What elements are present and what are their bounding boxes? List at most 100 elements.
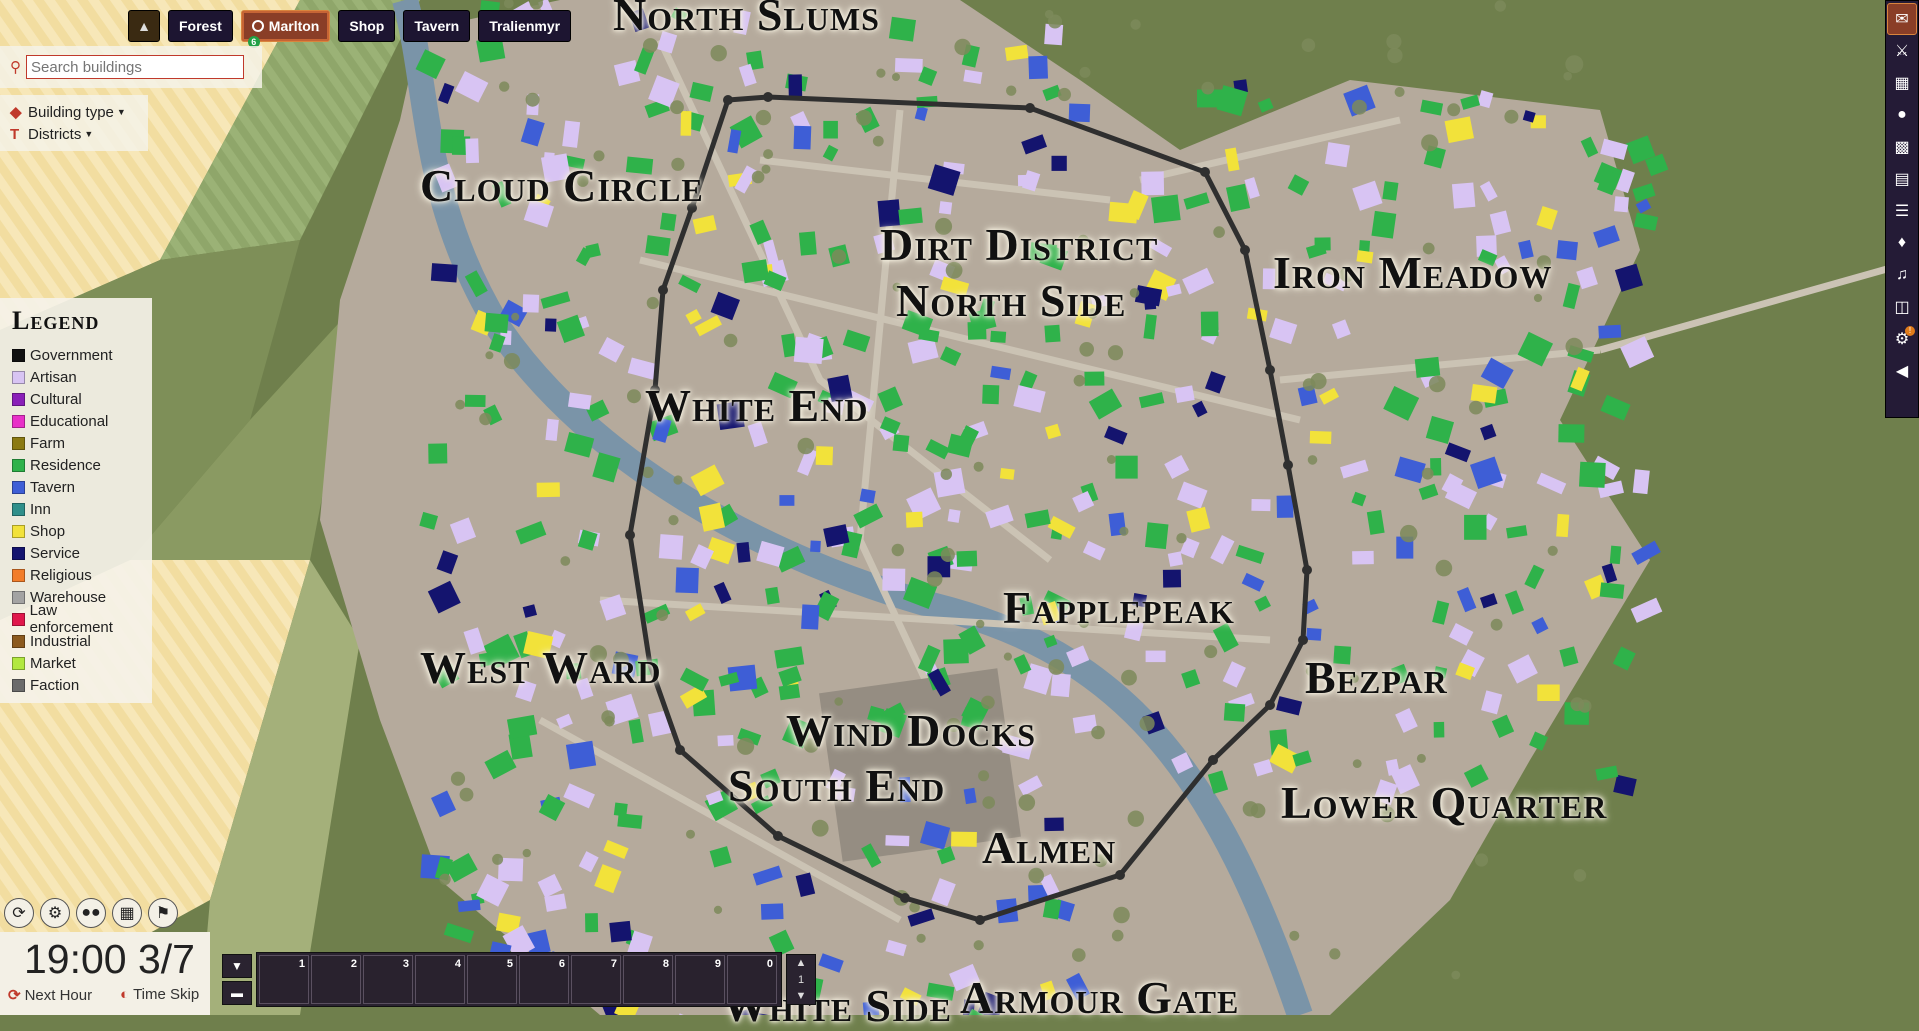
macro-folder-button[interactable]: ▬: [222, 981, 252, 1005]
building[interactable]: [888, 16, 917, 42]
building[interactable]: [894, 58, 923, 73]
building[interactable]: [545, 418, 559, 442]
building[interactable]: [544, 318, 557, 332]
building[interactable]: [522, 294, 540, 313]
building[interactable]: [675, 567, 699, 594]
city-map[interactable]: [0, 0, 1919, 1015]
building[interactable]: [1050, 673, 1071, 698]
building[interactable]: [1144, 522, 1169, 550]
building[interactable]: [736, 541, 751, 563]
building[interactable]: [658, 534, 684, 560]
compendium-tab[interactable]: ◫: [1887, 291, 1917, 323]
building[interactable]: [798, 231, 817, 256]
building[interactable]: [1464, 514, 1487, 540]
building[interactable]: [905, 511, 923, 528]
page-down-button[interactable]: ▼: [796, 990, 807, 1002]
building[interactable]: [938, 201, 953, 215]
building[interactable]: [947, 509, 961, 523]
building[interactable]: [760, 903, 784, 920]
building[interactable]: [1141, 171, 1165, 196]
scene-tab-tavern[interactable]: Tavern: [403, 10, 471, 42]
building[interactable]: [1556, 240, 1578, 261]
building[interactable]: [892, 434, 910, 453]
building[interactable]: [1382, 181, 1399, 201]
building[interactable]: [1632, 469, 1650, 495]
building[interactable]: [810, 540, 821, 553]
building[interactable]: [765, 586, 780, 605]
scene-tab-tralienmyr[interactable]: Tralienmyr: [478, 10, 572, 42]
building[interactable]: [1451, 182, 1476, 209]
building[interactable]: [1537, 684, 1560, 702]
page-up-button[interactable]: ▲: [796, 957, 807, 969]
building[interactable]: [1558, 424, 1585, 443]
building[interactable]: [1433, 721, 1445, 738]
building[interactable]: [659, 212, 677, 232]
journal-tab[interactable]: ▤: [1887, 163, 1917, 195]
building[interactable]: [1306, 627, 1322, 641]
building[interactable]: [617, 813, 643, 829]
building[interactable]: [1414, 356, 1441, 378]
scene-tab-marlton[interactable]: Marlton 6: [240, 10, 331, 48]
playlists-tab[interactable]: ♫: [1887, 259, 1917, 291]
building[interactable]: [1174, 385, 1195, 403]
building[interactable]: [801, 604, 820, 630]
hotbar-slot[interactable]: 1: [259, 955, 309, 1004]
building[interactable]: [536, 482, 560, 498]
building[interactable]: [717, 734, 734, 747]
building[interactable]: [778, 683, 801, 701]
hotbar-menu-button[interactable]: ▼: [222, 954, 252, 978]
hotbar-slot[interactable]: 5: [467, 955, 517, 1004]
refresh-button[interactable]: ⟳: [4, 898, 34, 928]
building[interactable]: [1276, 495, 1294, 518]
building[interactable]: [1223, 702, 1246, 722]
building[interactable]: [951, 831, 977, 847]
building[interactable]: [565, 740, 597, 770]
hotbar-slot[interactable]: 0: [727, 955, 777, 1004]
building[interactable]: [1017, 174, 1029, 187]
items-tab[interactable]: ▩: [1887, 131, 1917, 163]
building[interactable]: [793, 336, 824, 365]
chat-tab[interactable]: ✉: [1887, 3, 1917, 35]
search-input[interactable]: [26, 55, 244, 79]
building[interactable]: [990, 330, 1007, 343]
districts-dropdown[interactable]: T Districts ▼: [10, 123, 138, 145]
players-button[interactable]: ●●: [76, 898, 106, 928]
cards-tab[interactable]: ♦: [1887, 227, 1917, 259]
building[interactable]: [982, 384, 1000, 405]
building[interactable]: [1609, 545, 1622, 565]
building[interactable]: [1614, 196, 1629, 213]
building[interactable]: [1044, 324, 1061, 343]
building[interactable]: [585, 913, 599, 933]
settings-tab[interactable]: ⚙!: [1887, 323, 1917, 355]
building[interactable]: [464, 394, 486, 408]
building[interactable]: [680, 110, 692, 136]
next-hour-button[interactable]: ⟳ Next Hour: [8, 986, 92, 1005]
building[interactable]: [1051, 155, 1067, 171]
building[interactable]: [963, 787, 977, 805]
building[interactable]: [815, 446, 834, 466]
collapse-sidebar-button[interactable]: ◀: [1887, 355, 1917, 387]
time-skip-button[interactable]: ◐ Time Skip: [120, 986, 199, 1003]
building[interactable]: [956, 550, 978, 567]
building[interactable]: [1145, 650, 1166, 663]
building[interactable]: [645, 235, 671, 257]
hotbar-slot[interactable]: 8: [623, 955, 673, 1004]
hotbar-slot[interactable]: 9: [675, 955, 725, 1004]
building[interactable]: [823, 120, 838, 139]
hotbar-slot[interactable]: 3: [363, 955, 413, 1004]
building[interactable]: [1579, 461, 1606, 488]
building[interactable]: [484, 312, 509, 334]
building[interactable]: [788, 74, 803, 97]
scene-tab-shop[interactable]: Shop: [338, 10, 396, 42]
building[interactable]: [1556, 513, 1570, 538]
building[interactable]: [1352, 550, 1374, 565]
settings-button[interactable]: ⚙: [40, 898, 70, 928]
scenes-tab[interactable]: ▦: [1887, 67, 1917, 99]
building[interactable]: [428, 443, 448, 464]
building[interactable]: [1028, 55, 1048, 80]
building[interactable]: [1115, 455, 1138, 479]
combat-tab[interactable]: ⚔: [1887, 35, 1917, 67]
building[interactable]: [1251, 498, 1271, 512]
building[interactable]: [1598, 324, 1622, 339]
building[interactable]: [430, 263, 458, 283]
